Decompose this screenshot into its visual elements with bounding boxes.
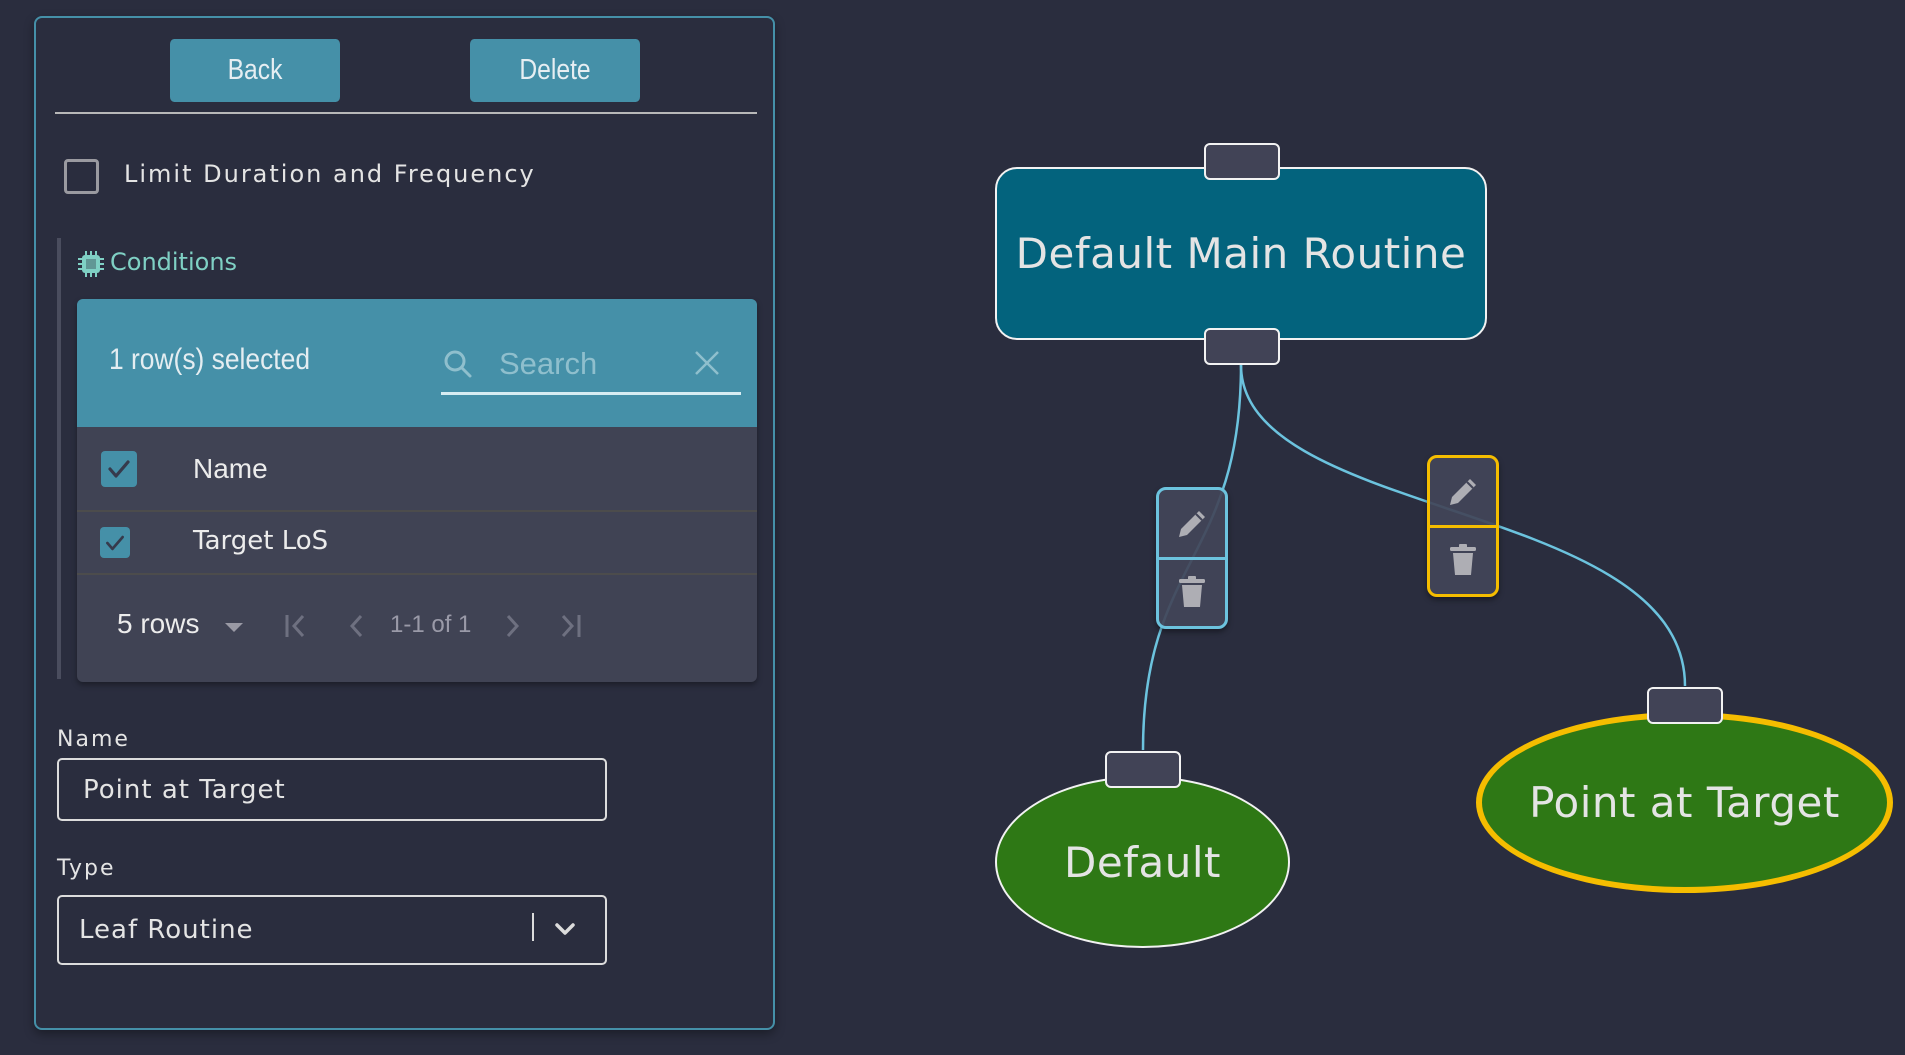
node-point-at-target[interactable]: Point at Target: [1476, 712, 1893, 893]
trash-icon: [1450, 544, 1476, 575]
routine-graph-canvas: Default Main Routine Default Point at Ta…: [0, 0, 1905, 1055]
graph-edges: [1141, 364, 1687, 751]
edge-controls-default: [1156, 487, 1228, 629]
edit-edge-button[interactable]: [1430, 458, 1496, 526]
node-default-main-routine[interactable]: Default Main Routine: [995, 167, 1487, 340]
edit-edge-button[interactable]: [1159, 490, 1225, 558]
node-label: Default Main Routine: [1015, 229, 1467, 278]
edge-controls-point-at-target: [1427, 455, 1499, 597]
trash-icon: [1179, 576, 1205, 607]
pencil-icon: [1450, 479, 1476, 505]
pencil-icon: [1179, 511, 1205, 537]
delete-edge-button[interactable]: [1430, 526, 1496, 594]
node-input-handle[interactable]: [1647, 687, 1723, 724]
node-input-handle[interactable]: [1105, 751, 1181, 788]
node-output-handle[interactable]: [1204, 328, 1280, 365]
node-label: Default: [1064, 837, 1221, 887]
node-label: Point at Target: [1529, 778, 1840, 827]
delete-edge-button[interactable]: [1159, 558, 1225, 626]
node-default[interactable]: Default: [995, 776, 1290, 948]
node-input-handle[interactable]: [1204, 143, 1280, 180]
